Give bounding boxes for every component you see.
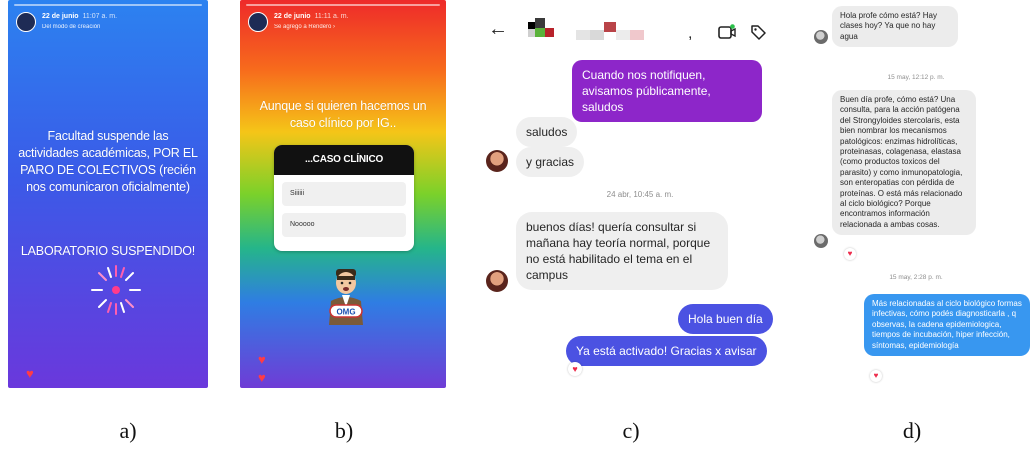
story-time: 11:11 a. m. xyxy=(314,13,349,20)
chat-timestamp: 15 may, 12:12 p. m. xyxy=(887,74,945,81)
message-received[interactable]: Hola profe cómo está? Hay clases hoy? Ya… xyxy=(832,6,958,48)
svg-text:OMG: OMG xyxy=(336,308,355,317)
caption-d: d) xyxy=(902,418,922,443)
avatar-pixelated[interactable] xyxy=(528,18,568,44)
story-subtitle: Del modo de creación xyxy=(42,24,101,30)
avatar[interactable] xyxy=(486,270,508,292)
heart-icon[interactable]: ♥ xyxy=(26,366,34,381)
message-sent[interactable]: Cuando nos notifiquen, avisamos públicam… xyxy=(572,60,762,122)
story-header: 22 de junio 11:11 a. m. Se agregó a Rende… xyxy=(248,12,349,32)
chat-timestamp: 15 may, 2:28 p. m. xyxy=(889,274,943,281)
quiz-sticker: ...CASO CLÍNICO Siiiiii Nooooo xyxy=(274,145,414,251)
avatar[interactable] xyxy=(814,30,828,44)
message-received[interactable]: y gracias xyxy=(516,147,585,177)
video-call-icon[interactable] xyxy=(718,24,736,40)
message-received[interactable]: Buen día profe, cómo está? Una consulta,… xyxy=(832,90,976,236)
avatar[interactable] xyxy=(814,234,828,248)
story-second-text: LABORATORIO SUSPENDIDO! xyxy=(20,244,196,258)
heart-icon[interactable]: ♥ xyxy=(258,370,266,385)
avatar[interactable] xyxy=(486,150,508,172)
chat-panel-c: ← , Cuando nos notifiquen, avisamos públ… xyxy=(480,0,782,388)
heart-reaction-icon[interactable]: ♥ xyxy=(568,362,582,376)
tag-icon[interactable] xyxy=(750,24,766,40)
caption-a: a) xyxy=(119,418,137,443)
caption-c: c) xyxy=(622,418,640,443)
story-panel-b: 22 de junio 11:11 a. m. Se agregó a Rende… xyxy=(240,0,446,388)
story-panel-a: 22 de junio 11:07 a. m. Del modo de creac… xyxy=(8,0,208,388)
back-arrow-icon[interactable]: ← xyxy=(488,18,508,41)
chat-panel-d: Hola profe cómo está? Hay clases hoy? Ya… xyxy=(806,0,1034,388)
chat-header: ← , xyxy=(488,18,774,44)
message-received[interactable]: buenos días! quería consultar si mañana … xyxy=(516,212,728,290)
message-received[interactable]: saludos xyxy=(516,117,578,147)
story-header: 22 de junio 11:07 a. m. Del modo de creac… xyxy=(16,12,117,32)
heart-reaction-icon[interactable]: ♥ xyxy=(870,370,882,382)
quiz-option[interactable]: Siiiiii xyxy=(282,182,406,206)
chat-timestamp: 24 abr, 10:45 a. m. xyxy=(606,190,674,199)
story-progress-bar xyxy=(246,4,440,6)
story-main-text: Aunque si quieren hacemos un caso clínic… xyxy=(259,99,427,130)
story-date: 22 de junio xyxy=(274,13,311,20)
caption-b: b) xyxy=(334,418,354,443)
heart-icon[interactable]: ♥ xyxy=(258,352,266,367)
quiz-title: ...CASO CLÍNICO xyxy=(274,145,414,175)
story-avatar[interactable] xyxy=(248,12,268,32)
story-progress-bar xyxy=(14,4,202,6)
story-main-text: Facultad suspende las actividades académ… xyxy=(18,129,198,194)
omg-sticker-icon: OMG xyxy=(329,269,363,325)
message-sent[interactable]: Más relacionadas al ciclo biológico form… xyxy=(864,294,1030,357)
firework-icon xyxy=(91,265,141,315)
story-time: 11:07 a. m. xyxy=(82,13,118,20)
username-pixelated xyxy=(576,22,676,44)
message-sent[interactable]: Ya está activado! Gracias x avisar xyxy=(566,336,767,366)
story-subtitle[interactable]: Se agregó a Rendero › xyxy=(274,22,349,32)
heart-reaction-icon[interactable]: ♥ xyxy=(844,248,856,260)
story-avatar[interactable] xyxy=(16,12,36,32)
quiz-option[interactable]: Nooooo xyxy=(282,213,406,237)
message-sent[interactable]: Hola buen día xyxy=(678,304,773,334)
story-date: 22 de junio xyxy=(42,13,79,20)
username-comma: , xyxy=(688,25,693,42)
